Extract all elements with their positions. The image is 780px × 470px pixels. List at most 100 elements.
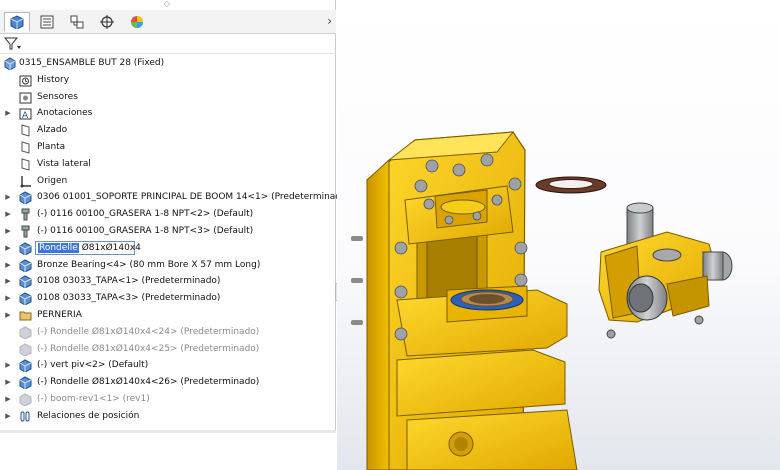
- part-icon: [19, 191, 32, 205]
- tree-item-label: (-) 0116 00100_GRASERA 1-8 NPT<3> (Defau…: [37, 225, 254, 236]
- tree-item-tapa-3[interactable]: ▶ 0108 03033_TAPA<3> (Predeterminado): [0, 290, 336, 307]
- tree-item-plane-front[interactable]: Alzado: [0, 122, 336, 139]
- annotations-folder-icon: A: [19, 108, 32, 120]
- part-icon: [19, 326, 32, 339]
- tab-display-manager[interactable]: [124, 12, 150, 32]
- tree-item-perneria[interactable]: ▶ PERNERIA: [0, 307, 336, 324]
- expand-arrow-icon[interactable]: ▶: [4, 223, 12, 240]
- tree-item-label: Bronze Bearing<4> (80 mm Bore X 57 mm Lo…: [37, 259, 261, 270]
- plane-icon: [21, 158, 30, 171]
- tree-item-label: Planta: [37, 141, 66, 152]
- grease-fitting-icon: [21, 225, 30, 238]
- part-icon: [19, 359, 32, 373]
- tree-item-boom-rev1[interactable]: ▶ (-) boom-rev1<1> (rev1): [0, 391, 336, 408]
- tree-item-history[interactable]: History: [0, 72, 336, 89]
- bolt-group-left: [351, 236, 363, 325]
- expand-arrow-icon[interactable]: ▶: [4, 273, 12, 290]
- expand-arrow-icon[interactable]: ▶: [4, 408, 12, 425]
- sensors-folder-icon: [19, 92, 32, 104]
- tab-feature-manager[interactable]: [4, 12, 30, 32]
- tree-item-label: Relaciones de posición: [37, 410, 140, 421]
- tree-item-label: 0108 03033_TAPA<3> (Predeterminado): [37, 293, 221, 304]
- tree-item-rondelle-26[interactable]: ▶ (-) Rondelle Ø81xØ140x4<26> (Predeterm…: [0, 374, 336, 391]
- tree-item-label: Alzado: [37, 125, 68, 136]
- mates-icon: [20, 411, 30, 422]
- filter-icon[interactable]: [4, 37, 22, 51]
- display-manager-icon: [131, 16, 143, 28]
- tree-item-sensors[interactable]: Sensores: [0, 89, 336, 106]
- tree-item-rondelle-25[interactable]: (-) Rondelle Ø81xØ140x4<25> (Predetermin…: [0, 341, 336, 358]
- history-folder-icon: [19, 75, 32, 87]
- rename-remaining-text: Ø81xØ140x4: [78, 242, 141, 253]
- expand-arrow-icon[interactable]: ▶: [4, 391, 12, 408]
- tree-item-label: Vista lateral: [37, 158, 91, 169]
- panel-footer: [0, 430, 336, 470]
- tree-item-rondelle-24[interactable]: (-) Rondelle Ø81xØ140x4<24> (Predetermin…: [0, 324, 336, 341]
- tree-item-label: (-) Rondelle Ø81xØ140x4<24> (Predetermin…: [37, 326, 260, 337]
- configuration-manager-icon: [70, 15, 84, 29]
- tree-root-label: 0315_ENSAMBLE BUT 28 (Fixed): [19, 58, 165, 68]
- assembly-icon: [4, 57, 16, 70]
- expand-arrow-icon[interactable]: ▶: [4, 374, 12, 391]
- part-icon: [19, 292, 32, 306]
- expand-arrow-icon[interactable]: ▶: [4, 290, 12, 307]
- svg-text:A: A: [22, 111, 29, 120]
- expand-arrow-icon[interactable]: ▶: [4, 206, 12, 223]
- tree-item-label: Origen: [37, 175, 68, 186]
- feature-manager-panel: ◇ › 0315_ENSAMBLE BUT 28 (Fixed) History…: [0, 0, 350, 470]
- panel-grip-icon[interactable]: ◇: [160, 0, 174, 10]
- tree-item-plane-right[interactable]: Vista lateral: [0, 156, 336, 173]
- plane-icon: [21, 124, 30, 137]
- washer-part[interactable]: [535, 176, 607, 194]
- feature-tree-icon: [10, 15, 24, 29]
- tab-dimxpert-manager[interactable]: [94, 12, 120, 32]
- tree-item-origin[interactable]: Origen: [0, 173, 336, 190]
- tree-item-bronze-bearing[interactable]: ▶ Bronze Bearing<4> (80 mm Bore X 57 mm …: [0, 257, 336, 274]
- tree-item-soporte[interactable]: ▶ 0306 01001_SOPORTE PRINCIPAL DE BOOM 1…: [0, 189, 350, 206]
- expand-arrow-icon[interactable]: ▶: [4, 189, 12, 206]
- expand-arrow-icon[interactable]: ▶: [4, 105, 12, 122]
- tree-item-grasera-3[interactable]: ▶ (-) 0116 00100_GRASERA 1-8 NPT<3> (Def…: [0, 223, 336, 240]
- manager-tab-bar: ›: [0, 10, 336, 34]
- tabs-more-button[interactable]: ›: [327, 14, 332, 28]
- expand-arrow-icon[interactable]: ▶: [4, 307, 12, 324]
- tree-item-label: History: [37, 74, 70, 85]
- cad-model-view[interactable]: [337, 0, 780, 470]
- expand-arrow-icon[interactable]: ▶: [4, 240, 12, 257]
- dimxpert-icon: [100, 15, 114, 29]
- tree-item-plane-top[interactable]: Planta: [0, 139, 336, 156]
- rename-selected-text: Rondelle: [38, 242, 79, 253]
- feature-tree: 0315_ENSAMBLE BUT 28 (Fixed) History Sen…: [0, 55, 350, 425]
- tree-item-label: PERNERIA: [37, 309, 82, 320]
- tree-item-label: 0108 03033_TAPA<1> (Predeterminado): [37, 276, 221, 287]
- rename-field[interactable]: Rondelle Ø81xØ140x4: [35, 240, 141, 257]
- tree-item-label: (-) 0116 00100_GRASERA 1-8 NPT<2> (Defau…: [37, 209, 254, 220]
- tab-property-manager[interactable]: [34, 12, 60, 32]
- graphics-area[interactable]: [337, 0, 780, 470]
- part-icon: [19, 242, 32, 255]
- tree-item-mates[interactable]: ▶ Relaciones de posición: [0, 408, 336, 425]
- part-icon: [19, 376, 32, 390]
- folder-icon: [19, 311, 32, 321]
- tree-item-vert-piv[interactable]: ▶ (-) vert piv<2> (Default): [0, 357, 336, 374]
- tree-root[interactable]: 0315_ENSAMBLE BUT 28 (Fixed): [0, 55, 336, 72]
- tree-item-tapa-1[interactable]: ▶ 0108 03033_TAPA<1> (Predeterminado): [0, 273, 336, 290]
- expand-arrow-icon[interactable]: ▶: [4, 257, 12, 274]
- pivot-part[interactable]: [598, 202, 733, 339]
- expand-arrow-icon[interactable]: ▶: [4, 357, 12, 374]
- tree-item-label: (-) Rondelle Ø81xØ140x4<26> (Predetermin…: [37, 377, 260, 388]
- filter-bar: [0, 34, 336, 54]
- tree-item-label: Anotaciones: [37, 108, 93, 119]
- plane-icon: [21, 141, 30, 154]
- tree-item-label: (-) boom-rev1<1> (rev1): [37, 393, 150, 404]
- tree-item-annotations[interactable]: ▶ A Anotaciones: [0, 105, 336, 122]
- tree-item-label: (-) vert piv<2> (Default): [37, 360, 149, 371]
- tree-item-grasera-2[interactable]: ▶ (-) 0116 00100_GRASERA 1-8 NPT<2> (Def…: [0, 206, 336, 223]
- tree-item-label: Sensores: [37, 91, 78, 102]
- part-icon: [19, 342, 32, 356]
- grease-fitting-icon: [21, 208, 30, 221]
- part-icon: [19, 258, 32, 272]
- tree-item-label: 0306 01001_SOPORTE PRINCIPAL DE BOOM 14<…: [37, 192, 351, 203]
- tree-item-rondelle-editing[interactable]: ▶ Rondelle Ø81xØ140x4: [0, 240, 336, 257]
- tab-configuration-manager[interactable]: [64, 12, 90, 32]
